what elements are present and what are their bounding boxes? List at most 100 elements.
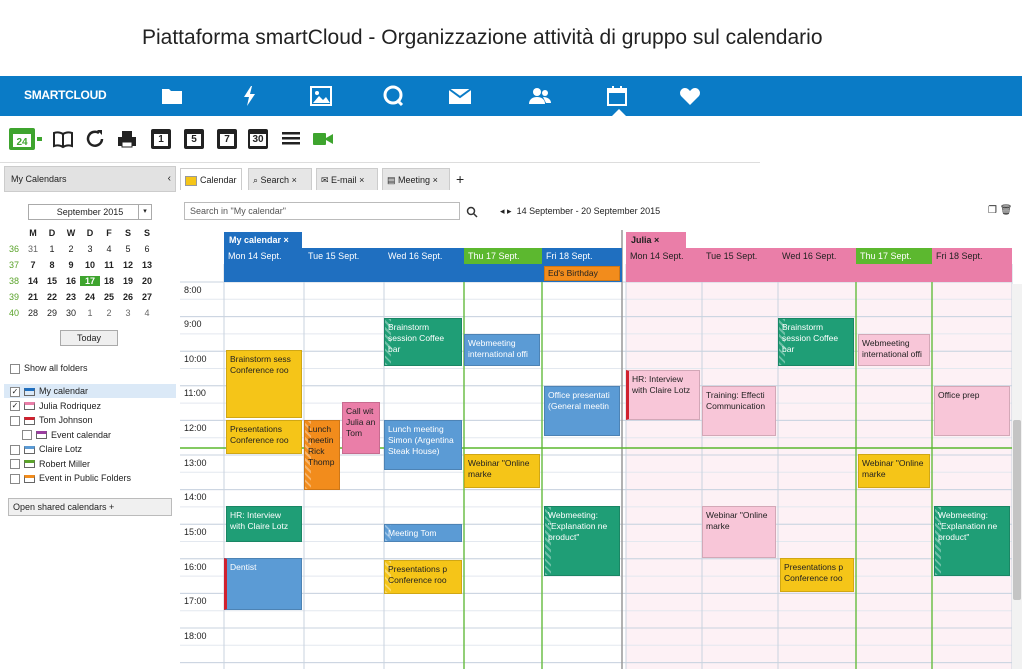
calendar-list-item[interactable]: Event in Public Folders [10,472,131,485]
julia-event-office-prep[interactable]: Office prep [934,386,1010,436]
heart-icon[interactable] [678,84,702,108]
my-calendar-band[interactable]: My calendar × [224,232,302,248]
calendar-checkbox[interactable]: ✓ [10,401,20,412]
julia-day-header-thu[interactable]: Thu 17 Sept. [856,248,932,264]
workweek-view-button[interactable]: 5 [183,128,205,150]
day-cell[interactable]: 3 [80,244,100,254]
julia-day-header-fri[interactable]: Fri 18 Sept. [932,248,1012,264]
event-presentations-conf[interactable]: Presentations Conference roo [226,420,302,454]
chat-icon[interactable] [381,84,405,108]
day-header-fri[interactable]: Fri 18 Sept. [542,248,622,264]
day-header-thu[interactable]: Thu 17 Sept. [464,248,542,264]
tab-search[interactable]: ⌕ Search × [248,168,312,190]
event-lunch-rick[interactable]: Lunch meetin Rick Thomp [304,420,340,490]
close-icon[interactable]: × [284,235,289,245]
lightning-icon[interactable] [238,84,262,108]
day-cell[interactable]: 9 [61,260,81,270]
week-view-button[interactable]: 7 [216,128,238,150]
tab-email[interactable]: ✉ E-mail × [316,168,378,190]
calendar-list-item[interactable]: Tom Johnson [10,414,93,427]
calendar-checkbox[interactable]: ✓ [10,386,20,397]
my-calendars-header[interactable]: My Calendars ‹ [4,166,176,192]
book-icon[interactable] [52,128,74,150]
day-header-mon[interactable]: Mon 14 Sept. [224,248,304,264]
event-office-presentation[interactable]: Office presentati (General meetin [544,386,620,436]
event-brainstorm-coffee[interactable]: Brainstorm session Coffee bar [384,318,462,366]
collapse-icon[interactable]: ‹ [168,167,171,191]
julia-day-header-tue[interactable]: Tue 15 Sept. [702,248,778,264]
day-cell[interactable]: 13 [137,260,157,270]
day-cell[interactable]: 14 [23,276,43,286]
day-header-wed[interactable]: Wed 16 Sept. [384,248,464,264]
day-cell[interactable]: 30 [61,308,81,318]
week-number[interactable]: 40 [4,308,24,318]
event-webmeeting-product[interactable]: Webmeeting: "Explanation ne product" [544,506,620,576]
julia-event-hr-interview[interactable]: HR: Interview with Claire Lotz [626,370,700,420]
calendar-checkbox[interactable] [10,444,20,455]
day-cell[interactable]: 15 [42,276,62,286]
event-meeting-tom[interactable]: Meeting Tom [384,524,462,542]
show-all-folders-row[interactable]: Show all folders [10,362,88,375]
day-cell[interactable]: 22 [42,292,62,302]
julia-day-header-mon[interactable]: Mon 14 Sept. [626,248,702,264]
julia-event-webmeeting-product[interactable]: Webmeeting: "Explanation ne product" [934,506,1010,576]
calendar-checkbox[interactable] [10,415,20,426]
julia-event-presentations[interactable]: Presentations p Conference roo [780,558,854,592]
scrollbar-thumb[interactable] [1013,420,1021,600]
day-cell[interactable]: 11 [99,260,119,270]
event-webmeeting-intl[interactable]: Webmeeting international offi [464,334,540,366]
day-cell[interactable]: 1 [80,308,100,318]
prev-next-arrows[interactable]: ◂ ▸ [500,206,512,216]
calendar-icon[interactable] [605,84,629,108]
event-brainstorm-conf[interactable]: Brainstorm sess Conference roo [226,350,302,418]
trash-icon[interactable]: 🗑 [1000,205,1013,216]
day-cell[interactable]: 10 [80,260,100,270]
week-number[interactable]: 39 [4,292,24,302]
day-cell[interactable]: 7 [23,260,43,270]
event-lunch-simon[interactable]: Lunch meeting Simon (Argentina Steak Hou… [384,420,462,470]
julia-day-header-wed[interactable]: Wed 16 Sept. [778,248,856,264]
people-icon[interactable] [528,84,552,108]
day-header-tue[interactable]: Tue 15 Sept. [304,248,384,264]
tab-meeting[interactable]: ▤ Meeting × [382,168,450,190]
day-cell[interactable]: 4 [99,244,119,254]
list-view-icon[interactable] [280,128,302,150]
close-icon[interactable]: × [292,175,297,185]
calendar-list-item[interactable]: Claire Lotz [10,443,82,456]
julia-event-webinar-thu[interactable]: Webinar "Online marke [858,454,930,488]
julia-event-webmeeting[interactable]: Webmeeting international offi [858,334,930,366]
calendar-list-item[interactable]: Robert Miller [10,458,90,471]
calendar-list-item[interactable]: ✓ Julia Rodriquez [10,400,101,413]
event-dentist[interactable]: Dentist [224,558,302,610]
event-presentations-wed[interactable]: Presentations p Conference roo [384,560,462,594]
tab-calendar[interactable]: Calendar [180,168,242,190]
smartcloud-logo[interactable]: SMARTCLOUD [24,88,107,102]
calendar-checkbox[interactable] [10,473,20,484]
new-appointment-button[interactable]: 24 [9,128,43,150]
day-cell[interactable]: 1 [42,244,62,254]
copy-icon[interactable]: ❐ [988,205,997,216]
calendar-list-item[interactable]: ✓ My calendar [10,385,88,398]
julia-event-training[interactable]: Training: Effecti Communication [702,386,776,436]
open-shared-calendars-button[interactable]: Open shared calendars + [8,498,172,516]
day-cell[interactable]: 5 [118,244,138,254]
today-button[interactable]: Today [60,330,118,346]
close-icon[interactable]: × [433,175,438,185]
folder-icon[interactable] [160,84,184,108]
day-cell[interactable]: 17 [80,276,100,286]
event-call-julia-tom[interactable]: Call wit Julia an Tom [342,402,380,454]
day-cell[interactable]: 26 [118,292,138,302]
day-cell[interactable]: 12 [118,260,138,270]
show-all-checkbox[interactable] [10,363,20,374]
calendar-list-item[interactable]: Event calendar [22,429,111,442]
day-cell[interactable]: 21 [23,292,43,302]
image-icon[interactable] [309,84,333,108]
calendar-checkbox[interactable] [22,430,32,441]
event-hr-interview[interactable]: HR: Interview with Claire Lotz [226,506,302,542]
day-cell[interactable]: 25 [99,292,119,302]
refresh-icon[interactable] [84,128,106,150]
day-cell[interactable]: 16 [61,276,81,286]
day-cell[interactable]: 20 [137,276,157,286]
close-icon[interactable]: × [654,235,659,245]
calendar-checkbox[interactable] [10,459,20,470]
